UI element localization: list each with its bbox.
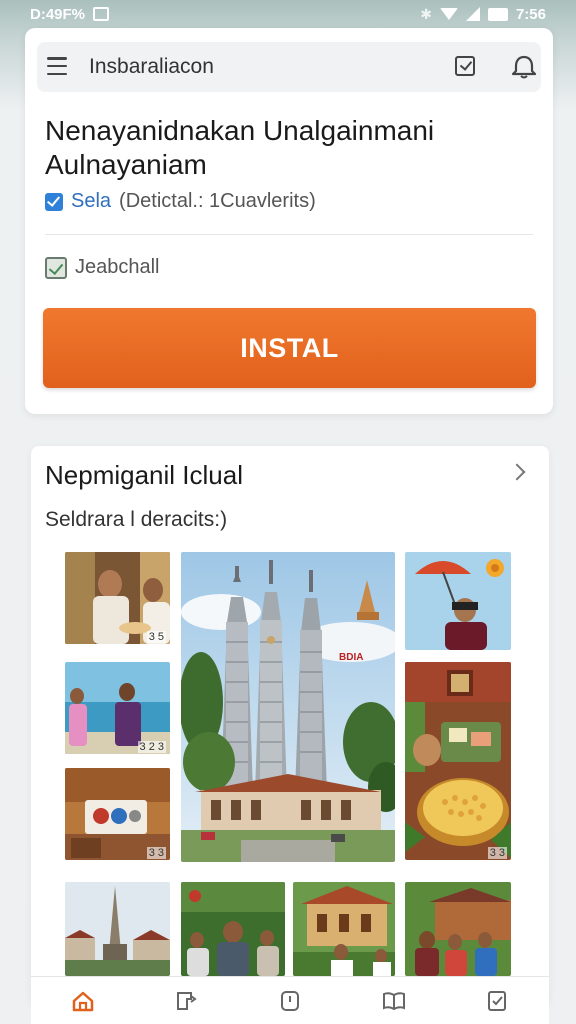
wifi-icon xyxy=(439,8,458,20)
nav-history[interactable] xyxy=(270,981,310,1021)
gallery-thumb-seaside[interactable]: 3 2 3 xyxy=(65,662,170,754)
status-left-text: D:49F% xyxy=(30,5,86,23)
bottom-nav xyxy=(31,976,549,1024)
gallery-thumb-monument[interactable] xyxy=(65,882,170,976)
status-bar: D:49F% ✱ 7:56 xyxy=(0,0,576,28)
checkbox-row[interactable]: Sela (Detictal.: 1Cuavlerits) xyxy=(45,190,316,213)
gallery-subtitle: Seldrara l deracits:) xyxy=(45,508,228,531)
gallery-thumb-food-serving[interactable]: 3 5 xyxy=(65,552,170,644)
gallery-title: Nepmiganil Iclual xyxy=(45,460,243,490)
divider xyxy=(45,234,533,235)
nav-home[interactable] xyxy=(63,981,103,1021)
calendar-check-icon[interactable] xyxy=(455,56,475,76)
nav-library[interactable] xyxy=(374,981,414,1021)
install-button[interactable]: INSTAL xyxy=(43,308,536,388)
chevron-right-icon[interactable] xyxy=(508,463,526,481)
gallery-thumb-colonial-building[interactable] xyxy=(293,882,395,976)
status-time: 7:56 xyxy=(515,5,546,23)
checkbox-checked-icon[interactable] xyxy=(45,192,63,211)
gallery-thumb-market-food[interactable]: 3 3 xyxy=(405,662,511,860)
gallery-thumb-crowd[interactable] xyxy=(181,882,285,976)
bell-icon[interactable] xyxy=(509,53,539,81)
app-header-card: Insbaraliacon Nenayanidnakan Unalgainman… xyxy=(25,28,553,414)
menu-icon[interactable] xyxy=(47,57,67,75)
checkbox-detail: (Detictal.: 1Cuavlerits) xyxy=(119,190,316,212)
secondary-option[interactable]: Jeabchall xyxy=(45,256,160,279)
thumb-label: 3 5 xyxy=(146,631,166,643)
nav-tags[interactable] xyxy=(166,981,206,1021)
gallery-card: Nepmiganil Iclual Seldrara l deracits:) … xyxy=(31,446,549,1006)
search-bar[interactable]: Insbaraliacon xyxy=(37,42,541,92)
gallery-thumb-twin-towers[interactable]: BDIA xyxy=(181,552,395,862)
app-title: Nenayanidnakan Unalgainmani Aulnayaniam xyxy=(45,115,435,180)
tag-icon xyxy=(177,991,198,1010)
search-text[interactable]: Insbaraliacon xyxy=(89,55,214,79)
gallery-thumb-umbrella[interactable] xyxy=(405,552,511,650)
gallery-thumb-village-people[interactable] xyxy=(405,882,511,976)
home-icon xyxy=(72,991,94,1011)
verified-icon xyxy=(45,256,67,279)
nav-tasks[interactable] xyxy=(477,981,517,1021)
thumb-label: 3 3 xyxy=(146,847,166,859)
gallery-thumb-interior[interactable]: 3 3 xyxy=(65,768,170,860)
thumb-label: 3 2 3 xyxy=(137,741,166,753)
bluetooth-icon: ✱ xyxy=(420,5,432,22)
clock-icon xyxy=(280,990,299,1011)
gallery-badge-text: BDIA xyxy=(339,652,364,663)
signal-icon xyxy=(465,7,480,21)
checklist-icon xyxy=(488,990,507,1011)
secondary-label: Jeabchall xyxy=(75,256,160,278)
battery-icon xyxy=(487,7,508,21)
book-icon xyxy=(382,991,405,1010)
thumb-label: 3 3 xyxy=(487,847,507,859)
checkbox-label: Sela xyxy=(71,190,112,212)
notification-icon xyxy=(93,7,110,21)
